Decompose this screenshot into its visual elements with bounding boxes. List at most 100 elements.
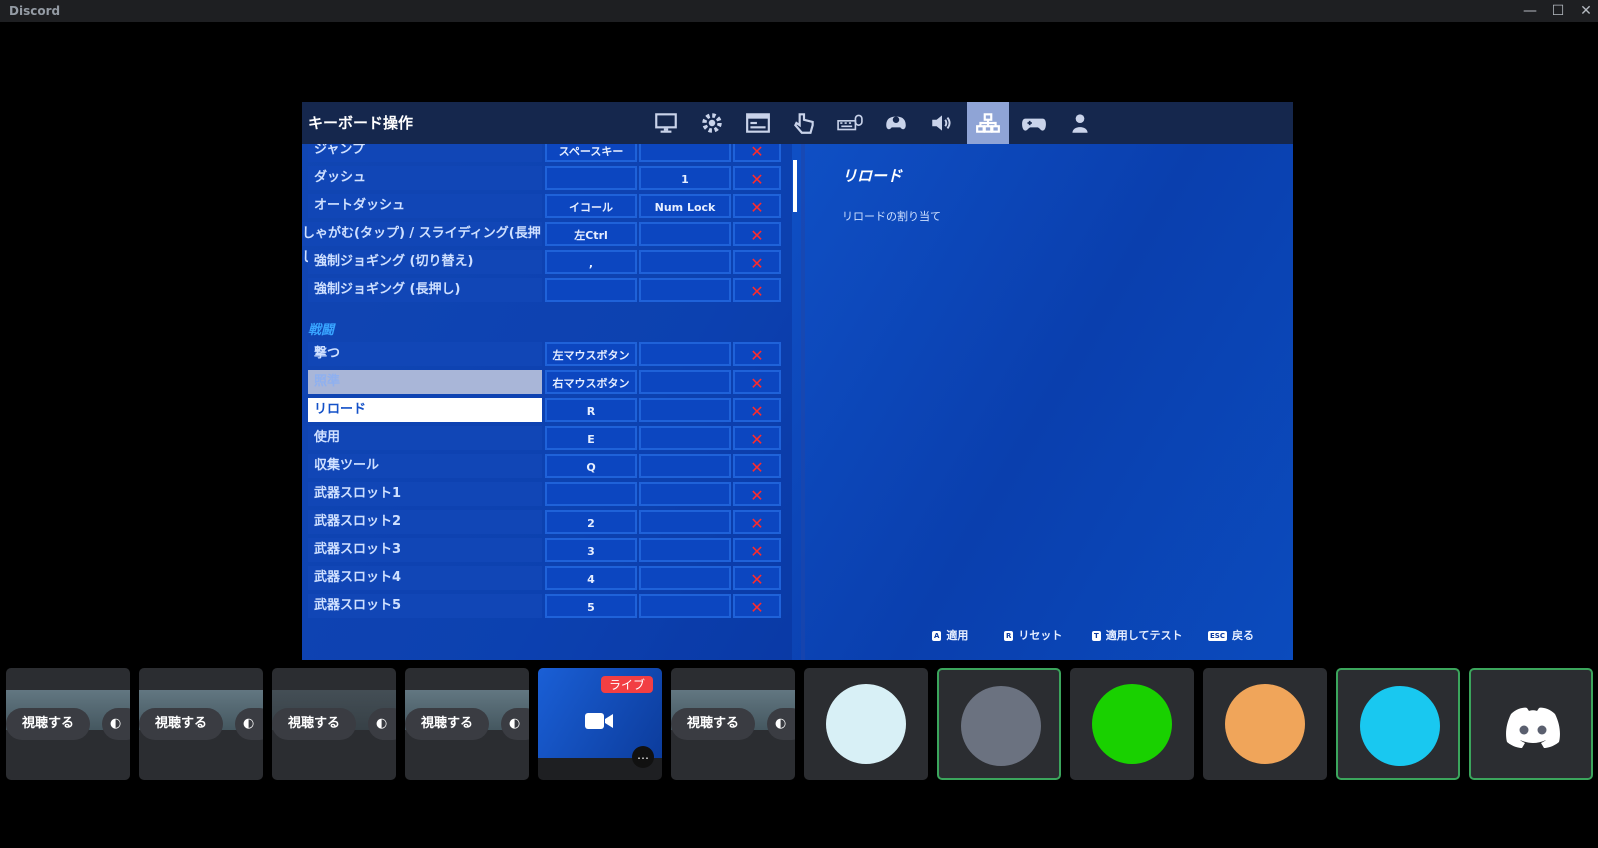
secondary-key-slot[interactable]: [639, 594, 731, 618]
keybind-label[interactable]: 武器スロット3: [308, 538, 542, 562]
clear-binding-icon[interactable]: ✕: [733, 566, 781, 590]
primary-key-slot[interactable]: R: [545, 398, 637, 422]
hint-apply-test[interactable]: T 適用してテスト: [1092, 627, 1182, 643]
stream-tile[interactable]: 視聴する ◐: [272, 668, 396, 780]
tab-touch[interactable]: [783, 102, 825, 144]
secondary-key-slot[interactable]: [639, 278, 731, 302]
keybind-label[interactable]: 武器スロット4: [308, 566, 542, 590]
spectate-icon[interactable]: ◐: [235, 708, 263, 740]
keybind-label[interactable]: 武器スロット5: [308, 594, 542, 618]
secondary-key-slot[interactable]: [639, 222, 731, 246]
stream-tile[interactable]: 視聴する ◐: [6, 668, 130, 780]
tab-audio[interactable]: [921, 102, 963, 144]
keybind-label[interactable]: 収集ツール: [308, 454, 542, 478]
tab-video[interactable]: [645, 102, 687, 144]
keybind-label[interactable]: 撃つ: [308, 342, 542, 366]
secondary-key-slot[interactable]: Num Lock: [639, 194, 731, 218]
primary-key-slot[interactable]: 3: [545, 538, 637, 562]
secondary-key-slot[interactable]: [639, 398, 731, 422]
primary-key-slot[interactable]: [545, 278, 637, 302]
participant-tile[interactable]: [804, 668, 928, 780]
keybind-label[interactable]: 強制ジョギング (長押し): [308, 278, 542, 302]
primary-key-slot[interactable]: イコール: [545, 194, 637, 218]
participant-tile[interactable]: [1203, 668, 1327, 780]
keybind-label[interactable]: ダッシュ: [308, 166, 542, 190]
clear-binding-icon[interactable]: ✕: [733, 594, 781, 618]
clear-binding-icon[interactable]: ✕: [733, 194, 781, 218]
clear-binding-icon[interactable]: ✕: [733, 342, 781, 366]
secondary-key-slot[interactable]: [639, 370, 731, 394]
secondary-key-slot[interactable]: [639, 342, 731, 366]
keybind-label[interactable]: 照準: [308, 370, 542, 394]
tab-hud[interactable]: [737, 102, 779, 144]
clear-binding-icon[interactable]: ✕: [733, 250, 781, 274]
primary-key-slot[interactable]: [545, 482, 637, 506]
hint-reset[interactable]: R リセット: [1004, 627, 1062, 643]
primary-key-slot[interactable]: [545, 166, 637, 190]
primary-key-slot[interactable]: スペースキー: [545, 144, 637, 162]
secondary-key-slot[interactable]: [639, 482, 731, 506]
stream-tile[interactable]: 視聴する ◐: [671, 668, 795, 780]
clear-binding-icon[interactable]: ✕: [733, 222, 781, 246]
close-button[interactable]: ✕: [1574, 2, 1598, 20]
maximize-button[interactable]: ☐: [1546, 2, 1570, 20]
stream-tile[interactable]: 視聴する ◐: [405, 668, 529, 780]
keybind-label[interactable]: 使用: [308, 426, 542, 450]
spectate-icon[interactable]: ◐: [767, 708, 795, 740]
primary-key-slot[interactable]: 5: [545, 594, 637, 618]
watch-button[interactable]: 視聴する: [139, 708, 223, 740]
secondary-key-slot[interactable]: [639, 454, 731, 478]
keybind-label[interactable]: 武器スロット1: [308, 482, 542, 506]
watch-button[interactable]: 視聴する: [671, 708, 755, 740]
spectate-icon[interactable]: ◐: [102, 708, 130, 740]
clear-binding-icon[interactable]: ✕: [733, 144, 781, 162]
more-options-icon[interactable]: …: [632, 746, 654, 768]
keybind-scrollbar[interactable]: [793, 160, 797, 212]
tab-account[interactable]: [1059, 102, 1101, 144]
watch-button[interactable]: 視聴する: [405, 708, 489, 740]
tab-gamepad[interactable]: [1013, 102, 1055, 144]
keybind-list[interactable]: ジャンプ スペースキー ✕ ダッシュ 1 ✕ オートダッシュ イコール Num Lock ✕ しゃが…: [302, 144, 792, 660]
clear-binding-icon[interactable]: ✕: [733, 454, 781, 478]
participant-tile[interactable]: [1336, 668, 1460, 780]
tab-keyboard[interactable]: [829, 102, 871, 144]
tab-keybinds[interactable]: [967, 102, 1009, 144]
secondary-key-slot[interactable]: [639, 426, 731, 450]
clear-binding-icon[interactable]: ✕: [733, 426, 781, 450]
primary-key-slot[interactable]: 左Ctrl: [545, 222, 637, 246]
hint-apply[interactable]: A 適用: [932, 627, 968, 643]
watch-button[interactable]: 視聴する: [272, 708, 356, 740]
watch-button[interactable]: 視聴する: [6, 708, 90, 740]
primary-key-slot[interactable]: ,: [545, 250, 637, 274]
keybind-label[interactable]: オートダッシュ: [308, 194, 542, 218]
keybind-label[interactable]: しゃがむ(タップ) / スライディング(長押し): [302, 222, 542, 265]
live-stream-tile[interactable]: ライブ …: [538, 668, 662, 780]
primary-key-slot[interactable]: 2: [545, 510, 637, 534]
secondary-key-slot[interactable]: [639, 566, 731, 590]
primary-key-slot[interactable]: 右マウスボタン: [545, 370, 637, 394]
primary-key-slot[interactable]: E: [545, 426, 637, 450]
primary-key-slot[interactable]: 左マウスボタン: [545, 342, 637, 366]
secondary-key-slot[interactable]: [639, 144, 731, 162]
participant-tile[interactable]: [1469, 668, 1593, 780]
keybind-label[interactable]: リロード: [308, 398, 542, 422]
primary-key-slot[interactable]: 4: [545, 566, 637, 590]
spectate-icon[interactable]: ◐: [368, 708, 396, 740]
keybind-label[interactable]: ジャンプ: [308, 144, 542, 162]
minimize-button[interactable]: —: [1518, 2, 1542, 20]
secondary-key-slot[interactable]: [639, 510, 731, 534]
keybind-label[interactable]: 強制ジョギング (切り替え): [308, 250, 542, 274]
secondary-key-slot[interactable]: 1: [639, 166, 731, 190]
participant-tile[interactable]: [937, 668, 1061, 780]
clear-binding-icon[interactable]: ✕: [733, 398, 781, 422]
clear-binding-icon[interactable]: ✕: [733, 510, 781, 534]
clear-binding-icon[interactable]: ✕: [733, 482, 781, 506]
clear-binding-icon[interactable]: ✕: [733, 370, 781, 394]
hint-back[interactable]: ESC 戻る: [1208, 627, 1254, 643]
stream-tile[interactable]: 視聴する ◐: [139, 668, 263, 780]
tab-controller[interactable]: [875, 102, 917, 144]
spectate-icon[interactable]: ◐: [501, 708, 529, 740]
clear-binding-icon[interactable]: ✕: [733, 278, 781, 302]
participant-tile[interactable]: [1070, 668, 1194, 780]
keybind-label[interactable]: 武器スロット2: [308, 510, 542, 534]
